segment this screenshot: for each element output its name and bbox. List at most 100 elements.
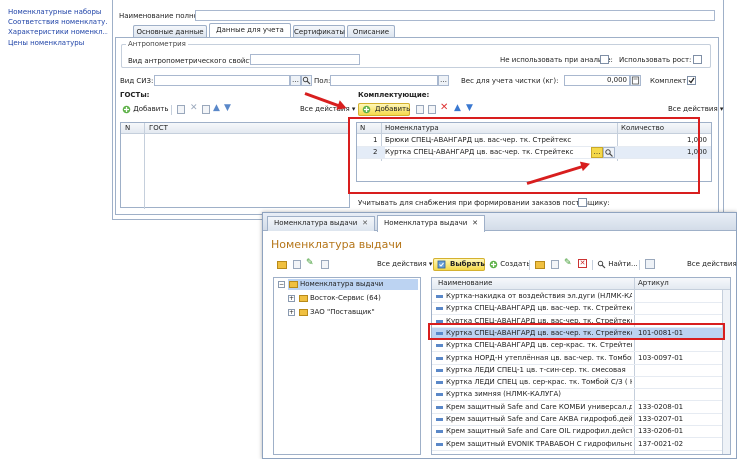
list-row-name: Куртка СПЕЦ-АВАНГАРД цв. вас-чер. тк. Ст…	[446, 304, 632, 313]
list-row-name: Крем защитный Safe and Care КОМБИ универ…	[446, 402, 632, 411]
list-toolbar-separator-1	[529, 260, 530, 270]
gosts-copy-icon[interactable]	[177, 105, 185, 114]
list-row[interactable]: Крем защитный Safe and Care OIL гидрофил…	[432, 426, 722, 439]
list-row[interactable]: Куртка НОРД-Н утеплённая цв. вас-чер. тк…	[432, 353, 722, 365]
tree-root-expander[interactable]: −	[278, 281, 285, 288]
nav-item-sets[interactable]: Номенклатурные наборы	[8, 8, 108, 17]
tab-main-data[interactable]: Основные данные	[133, 25, 207, 37]
tree-child-1[interactable]: Восток-Сервис (64)	[298, 293, 381, 304]
weight-field[interactable]: 0,000	[564, 75, 630, 86]
tree-child-2[interactable]: ЗАО "Поставщик"	[298, 307, 375, 318]
list-delete-icon[interactable]: ✕	[578, 259, 587, 268]
list-row[interactable]: Куртка ЛЕДИ СПЕЦ-1 цв. т-син-сер. тк. см…	[432, 365, 722, 377]
tab-siz-data[interactable]: Данные для учета СИЗ	[209, 23, 291, 46]
components-copy-icon[interactable]	[416, 105, 424, 114]
gosts-col-divider	[144, 123, 145, 209]
tree-child-1-expander[interactable]: +	[288, 295, 295, 302]
name-full-field[interactable]	[195, 10, 715, 21]
add-icon	[122, 105, 131, 113]
gosts-up-icon[interactable]: ▲	[213, 103, 220, 113]
siz-type-search-icon[interactable]	[301, 75, 312, 86]
use-height-checkbox[interactable]	[693, 55, 702, 64]
create-label: Создать	[500, 260, 531, 268]
tree-delete-icon[interactable]	[321, 260, 329, 269]
components-edit-icon[interactable]	[428, 105, 436, 114]
gosts-edit-icon[interactable]	[202, 105, 210, 114]
list-row-name: Куртка зимняя (НЛМК-КАЛУГА)	[446, 390, 562, 399]
list-row-name: Крем защитный EVONIK ТРАВАБОН С гидрофил…	[446, 439, 632, 448]
tree-root[interactable]: Номенклатура выдачи	[288, 279, 418, 290]
list-row[interactable]: Куртка СПЕЦ-АВАНГАРД цв. вас-чер. тк. Ст…	[432, 303, 722, 316]
list-row-name: Куртка НОРД-Н утеплённая цв. вас-чер. тк…	[446, 353, 632, 362]
item-icon	[436, 368, 443, 372]
kit-checkbox[interactable]	[687, 76, 696, 85]
siz-type-label: Вид СИЗ:	[120, 77, 154, 85]
components-title: Комплектующие:	[358, 91, 430, 99]
components-up-icon[interactable]: ▲	[454, 103, 461, 113]
list-row[interactable]: Куртка СПЕЦ-АВАНГАРД цв. сер-крас. тк. С…	[432, 340, 722, 353]
create-button[interactable]: Создать	[489, 259, 530, 270]
select-button[interactable]: Выбрать	[433, 258, 485, 271]
gosts-add-button[interactable]: Добавить	[122, 104, 168, 115]
list-all-actions[interactable]: Все действия ▾	[687, 259, 737, 270]
components-down-icon[interactable]: ▼	[466, 103, 473, 113]
list-copy-icon[interactable]	[551, 260, 559, 269]
gosts-col-gost: ГОСТ	[149, 124, 168, 132]
list-row[interactable]: Крем защитный Safe and Care КОМБИ универ…	[432, 402, 722, 414]
tree-child-2-expander[interactable]: +	[288, 309, 295, 316]
item-icon	[436, 405, 443, 409]
tree-copy-icon[interactable]	[293, 260, 301, 269]
nav-item-prices[interactable]: Цены номенклатуры	[8, 39, 108, 48]
tree-edit-icon[interactable]: ✎	[306, 258, 314, 268]
picker-tab-2[interactable]: Номенклатура выдачи ✕	[377, 215, 485, 232]
name-full-label: Наименование полное:	[119, 12, 205, 20]
components-all-actions[interactable]: Все действия ▾	[668, 104, 723, 115]
gosts-delete-icon[interactable]: ✕	[190, 103, 198, 113]
tree-add-folder-icon[interactable]	[277, 261, 287, 269]
supply-label: Учитывать для снабжения при формировании…	[358, 199, 610, 207]
not-used-checkbox[interactable]	[600, 55, 609, 64]
select-label: Выбрать	[450, 260, 485, 268]
list-add-folder-icon[interactable]	[535, 261, 545, 269]
list-row[interactable]: Крем защитный Safe and Care АКВА гидрофо…	[432, 414, 722, 426]
weight-calc-icon[interactable]	[630, 75, 641, 86]
gender-select-button[interactable]: …	[438, 75, 449, 86]
gosts-title: ГОСТы:	[120, 91, 150, 99]
nav-item-correspondences[interactable]: Соответствия номенклату...	[8, 18, 108, 27]
tree-all-actions[interactable]: Все действия ▾	[377, 259, 432, 270]
list-scrollbar[interactable]	[722, 290, 730, 454]
folder-icon	[299, 309, 308, 316]
components-delete-icon[interactable]: ✕	[440, 102, 448, 113]
tab-close-icon[interactable]: ✕	[362, 217, 368, 230]
kit-label: Комплект:	[650, 77, 689, 85]
anthropometry-type-label: Вид антропометрического свойства:	[128, 57, 265, 65]
list-row[interactable]: Куртка-накидка от воздействия эл.дуги (Н…	[432, 291, 722, 303]
components-add-button[interactable]: Добавить	[358, 103, 410, 116]
siz-type-select-button[interactable]: …	[290, 75, 301, 86]
tree-panel: − Номенклатура выдачи + Восток-Сервис (6…	[273, 277, 421, 455]
weight-label: Вес для учета чистки (кг):	[461, 77, 559, 85]
siz-type-field[interactable]	[154, 75, 290, 86]
item-icon	[436, 344, 443, 348]
not-used-label: Не использовать при анализе:	[500, 56, 613, 64]
tab-close-icon[interactable]: ✕	[472, 216, 478, 231]
picker-tab-1[interactable]: Номенклатура выдачи ✕	[267, 216, 375, 231]
list-row-art: 133-0208-01	[638, 402, 684, 411]
list-filter-icon[interactable]	[645, 259, 655, 269]
list-col-art: Артикул	[638, 279, 669, 287]
list-edit-icon[interactable]: ✎	[564, 258, 572, 268]
list-row[interactable]: Крем защитный EVONIK ТРАВАБОН С гидрофил…	[432, 439, 722, 451]
gosts-down-icon[interactable]: ▼	[224, 103, 231, 113]
gender-label: Пол:	[314, 77, 331, 85]
gender-field[interactable]	[330, 75, 438, 86]
anthropometry-type-field[interactable]	[250, 54, 360, 65]
list-row[interactable]: Куртка зимняя (НЛМК-КАЛУГА)	[432, 389, 722, 402]
tab-description[interactable]: Описание	[347, 25, 395, 37]
tab-certificates[interactable]: Сертификаты	[293, 25, 345, 37]
nav-item-characteristics[interactable]: Характеристики номенкл...	[8, 28, 108, 37]
find-button[interactable]: Найти...	[597, 259, 638, 270]
item-icon	[436, 356, 443, 360]
supply-checkbox[interactable]	[578, 198, 587, 207]
list-row[interactable]: Куртка ЛЕДИ СПЕЦ цв. сер-крас. тк. Томбо…	[432, 377, 722, 390]
components-add-label: Добавить	[375, 105, 411, 113]
